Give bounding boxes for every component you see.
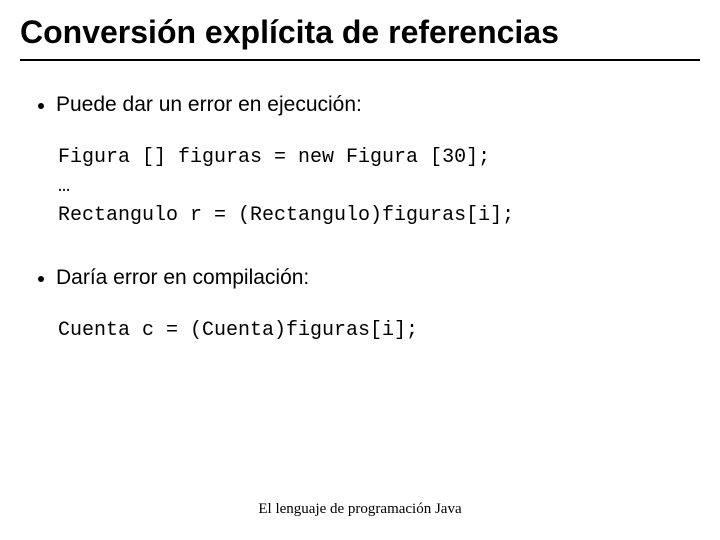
code-1-line-2: … xyxy=(58,175,70,198)
code-block-2: Cuenta c = (Cuenta)figuras[i]; xyxy=(58,316,690,345)
bullet-2: Daría error en compilación: xyxy=(38,266,690,290)
bullet-1-text: Puede dar un error en ejecución: xyxy=(56,93,362,117)
code-2-line-1: Cuenta c = (Cuenta)figuras[i]; xyxy=(58,319,418,342)
code-1-line-3: Rectangulo r = (Rectangulo)figuras[i]; xyxy=(58,204,514,227)
bullet-2-text: Daría error en compilación: xyxy=(56,266,309,290)
bullet-1: Puede dar un error en ejecución: xyxy=(38,93,690,117)
code-block-1: Figura [] figuras = new Figura [30]; … R… xyxy=(58,143,690,230)
slide-title: Conversión explícita de referencias xyxy=(20,14,700,61)
bullet-dot-icon xyxy=(38,276,44,282)
slide: Conversión explícita de referencias Pued… xyxy=(0,0,720,540)
bullet-dot-icon xyxy=(38,103,44,109)
slide-footer: El lenguaje de programación Java xyxy=(0,501,720,518)
slide-content: Puede dar un error en ejecución: Figura … xyxy=(20,93,700,345)
code-1-line-1: Figura [] figuras = new Figura [30]; xyxy=(58,146,490,169)
